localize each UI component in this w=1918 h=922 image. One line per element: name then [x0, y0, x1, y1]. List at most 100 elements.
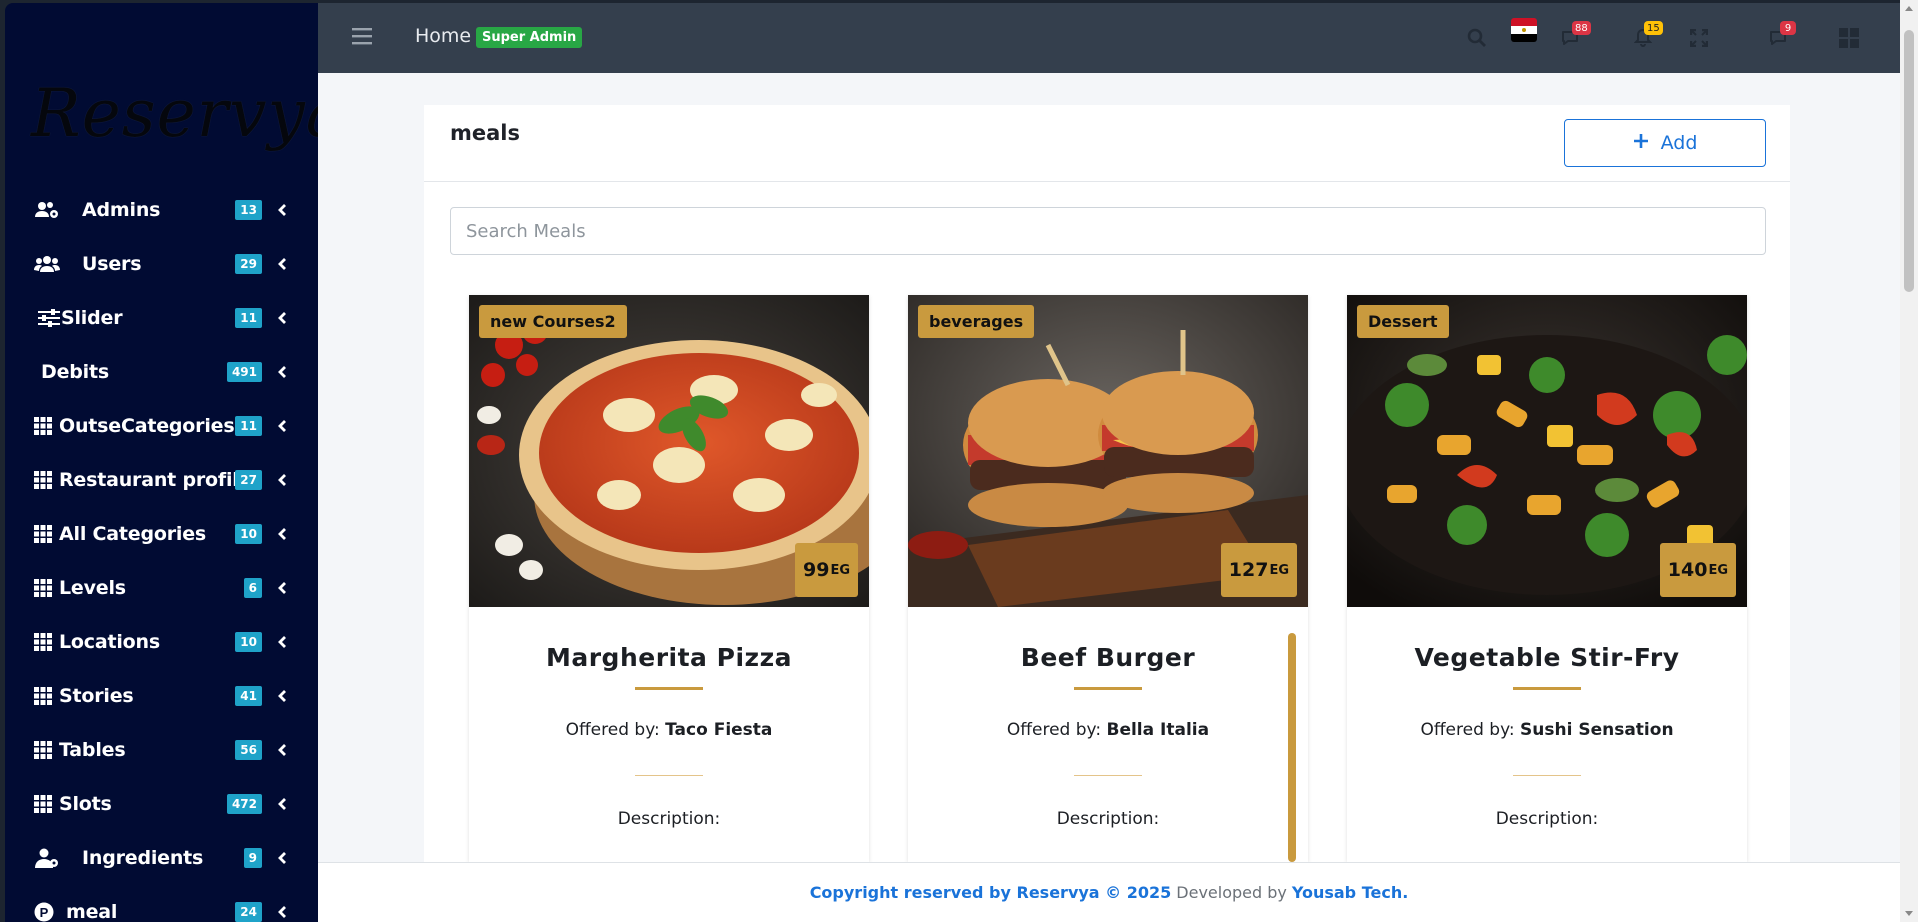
description-label: Description: [1056, 809, 1160, 829]
divider [635, 775, 703, 776]
grid-icon [33, 739, 53, 761]
chevron-left-icon [276, 203, 288, 217]
sidebar-item-users[interactable]: Users 29 [5, 237, 318, 291]
sidebar-item-slots[interactable]: Slots 472 [5, 777, 318, 831]
count-badge: 11 [235, 416, 262, 436]
meal-price-badge: 140 EG [1659, 543, 1736, 597]
sidebar: Reservya Admins 13 Users 29 Slider 11 De… [5, 3, 318, 922]
scroll-up-arrow-icon[interactable] [1905, 6, 1913, 11]
user-tie-icon [33, 847, 61, 869]
sidebar-item-all-categories[interactable]: All Categories 10 [5, 507, 318, 561]
chevron-left-icon [276, 743, 288, 757]
chevron-left-icon [276, 257, 288, 271]
meal-price-value: 127 [1228, 559, 1269, 581]
count-badge: 10 [235, 632, 262, 652]
scroll-down-arrow-icon[interactable] [1905, 911, 1913, 916]
users-icon [33, 253, 61, 275]
grid-icon [33, 685, 53, 707]
meal-price-value: 99 [802, 559, 830, 581]
chevron-left-icon [276, 905, 288, 919]
sidebar-item-label: Locations [59, 631, 160, 653]
egypt-flag-icon[interactable] [1511, 18, 1537, 42]
sidebar-item-label: Users [82, 253, 142, 275]
sidebar-item-label: Ingredients [82, 847, 204, 869]
sidebar-item-meal[interactable]: P meal 24 [5, 885, 318, 922]
meal-card[interactable]: beverages 127 EG Beef Burger Offered by:… [908, 295, 1308, 862]
meal-name: Beef Burger [1020, 643, 1196, 672]
search-icon[interactable] [1464, 25, 1490, 51]
menu-toggle-icon[interactable] [352, 27, 372, 45]
sidebar-item-label: OutseCategories [59, 415, 235, 437]
count-badge: 472 [226, 794, 262, 814]
brand-logo[interactable]: Reservya [31, 73, 318, 153]
chevron-left-icon [276, 797, 288, 811]
chevron-left-icon [276, 365, 288, 379]
svg-text:P: P [40, 905, 49, 920]
topbar: Home Super Admin 88 15 9 [318, 3, 1900, 73]
sidebar-item-ingredients[interactable]: Ingredients 9 [5, 831, 318, 885]
developer-link[interactable]: Yousab Tech. [1292, 883, 1408, 902]
chevron-left-icon [276, 581, 288, 595]
restaurant-name: Bella Italia [1106, 720, 1210, 740]
meal-image: new Courses2 99 EG [469, 295, 869, 607]
sidebar-item-label: All Categories [59, 523, 207, 545]
chevron-left-icon [276, 419, 288, 433]
chevron-left-icon [276, 851, 288, 865]
sidebar-item-slider[interactable]: Slider 11 [5, 291, 318, 345]
add-button-label: Add [1660, 132, 1698, 154]
sidebar-item-restaurant-profiles[interactable]: Restaurant profiles 27 [5, 453, 318, 507]
count-badge: 491 [226, 362, 262, 382]
chevron-left-icon [276, 473, 288, 487]
sidebar-item-locations[interactable]: Locations 10 [5, 615, 318, 669]
card-scrollbar[interactable] [1288, 633, 1296, 862]
count-badge: 11 [235, 308, 262, 328]
add-meal-button[interactable]: Add [1564, 119, 1766, 167]
sidebar-item-label: Levels [59, 577, 126, 599]
grid-icon [33, 631, 53, 653]
search-meals-input[interactable] [450, 207, 1766, 255]
footer: Copyright reserved by Reservya © 2025 De… [318, 862, 1900, 922]
grid-icon [33, 577, 53, 599]
meal-card[interactable]: new Courses2 99 EG Margherita Pizza Offe… [469, 295, 869, 862]
bell-icon[interactable]: 15 [1630, 21, 1663, 51]
sidebar-nav: Admins 13 Users 29 Slider 11 Debits 491 [5, 183, 318, 922]
meal-offered-by: Offered by: Taco Fiesta [469, 720, 869, 740]
sidebar-item-label: Admins [82, 199, 161, 221]
meal-offered-by: Offered by: Sushi Sensation [1347, 720, 1747, 740]
meal-offered-by: Offered by: Bella Italia [908, 720, 1308, 740]
meal-image: beverages 127 EG [908, 295, 1308, 607]
sidebar-item-admins[interactable]: Admins 13 [5, 183, 318, 237]
meal-category-badge: new Courses2 [479, 305, 627, 338]
fullscreen-icon[interactable] [1686, 25, 1712, 51]
p-circle-icon: P [33, 901, 55, 922]
meal-name: Margherita Pizza [545, 643, 792, 672]
offered-by-label: Offered by: [1006, 720, 1102, 740]
brand-logo-text: Reservya [31, 74, 318, 152]
scrollbar-thumb[interactable] [1904, 30, 1914, 292]
count-badge: 13 [235, 200, 262, 220]
meal-image: Dessert 140 EG [1347, 295, 1747, 607]
role-badge: Super Admin [476, 27, 583, 48]
copyright-text[interactable]: Copyright reserved by Reservya © 2025 [810, 883, 1172, 902]
count-badge: 56 [235, 740, 262, 760]
sidebar-item-stories[interactable]: Stories 41 [5, 669, 318, 723]
chat-icon[interactable]: 9 [1766, 21, 1796, 51]
sidebar-item-debits[interactable]: Debits 491 [5, 345, 318, 399]
apps-grid-icon[interactable] [1836, 25, 1862, 51]
meal-category-badge: beverages [918, 305, 1035, 338]
home-link[interactable]: Home [415, 25, 471, 47]
title-underline [1513, 687, 1581, 690]
page-scrollbar[interactable] [1900, 0, 1918, 922]
notifications-count-badge: 15 [1644, 21, 1663, 35]
users-cog-icon [33, 199, 61, 221]
description-label: Description: [617, 809, 721, 829]
meal-price-badge: 127 EG [1220, 543, 1297, 597]
offered-by-label: Offered by: [1420, 720, 1515, 740]
sidebar-item-outsecategories[interactable]: OutseCategories 11 [5, 399, 318, 453]
description-label: Description: [1495, 809, 1599, 829]
messages-icon[interactable]: 88 [1558, 21, 1591, 51]
meal-card[interactable]: Dessert 140 EG Vegetable Stir-Fry Offere… [1347, 295, 1747, 862]
sidebar-item-label: Debits [41, 361, 109, 383]
sidebar-item-tables[interactable]: Tables 56 [5, 723, 318, 777]
sidebar-item-levels[interactable]: Levels 6 [5, 561, 318, 615]
